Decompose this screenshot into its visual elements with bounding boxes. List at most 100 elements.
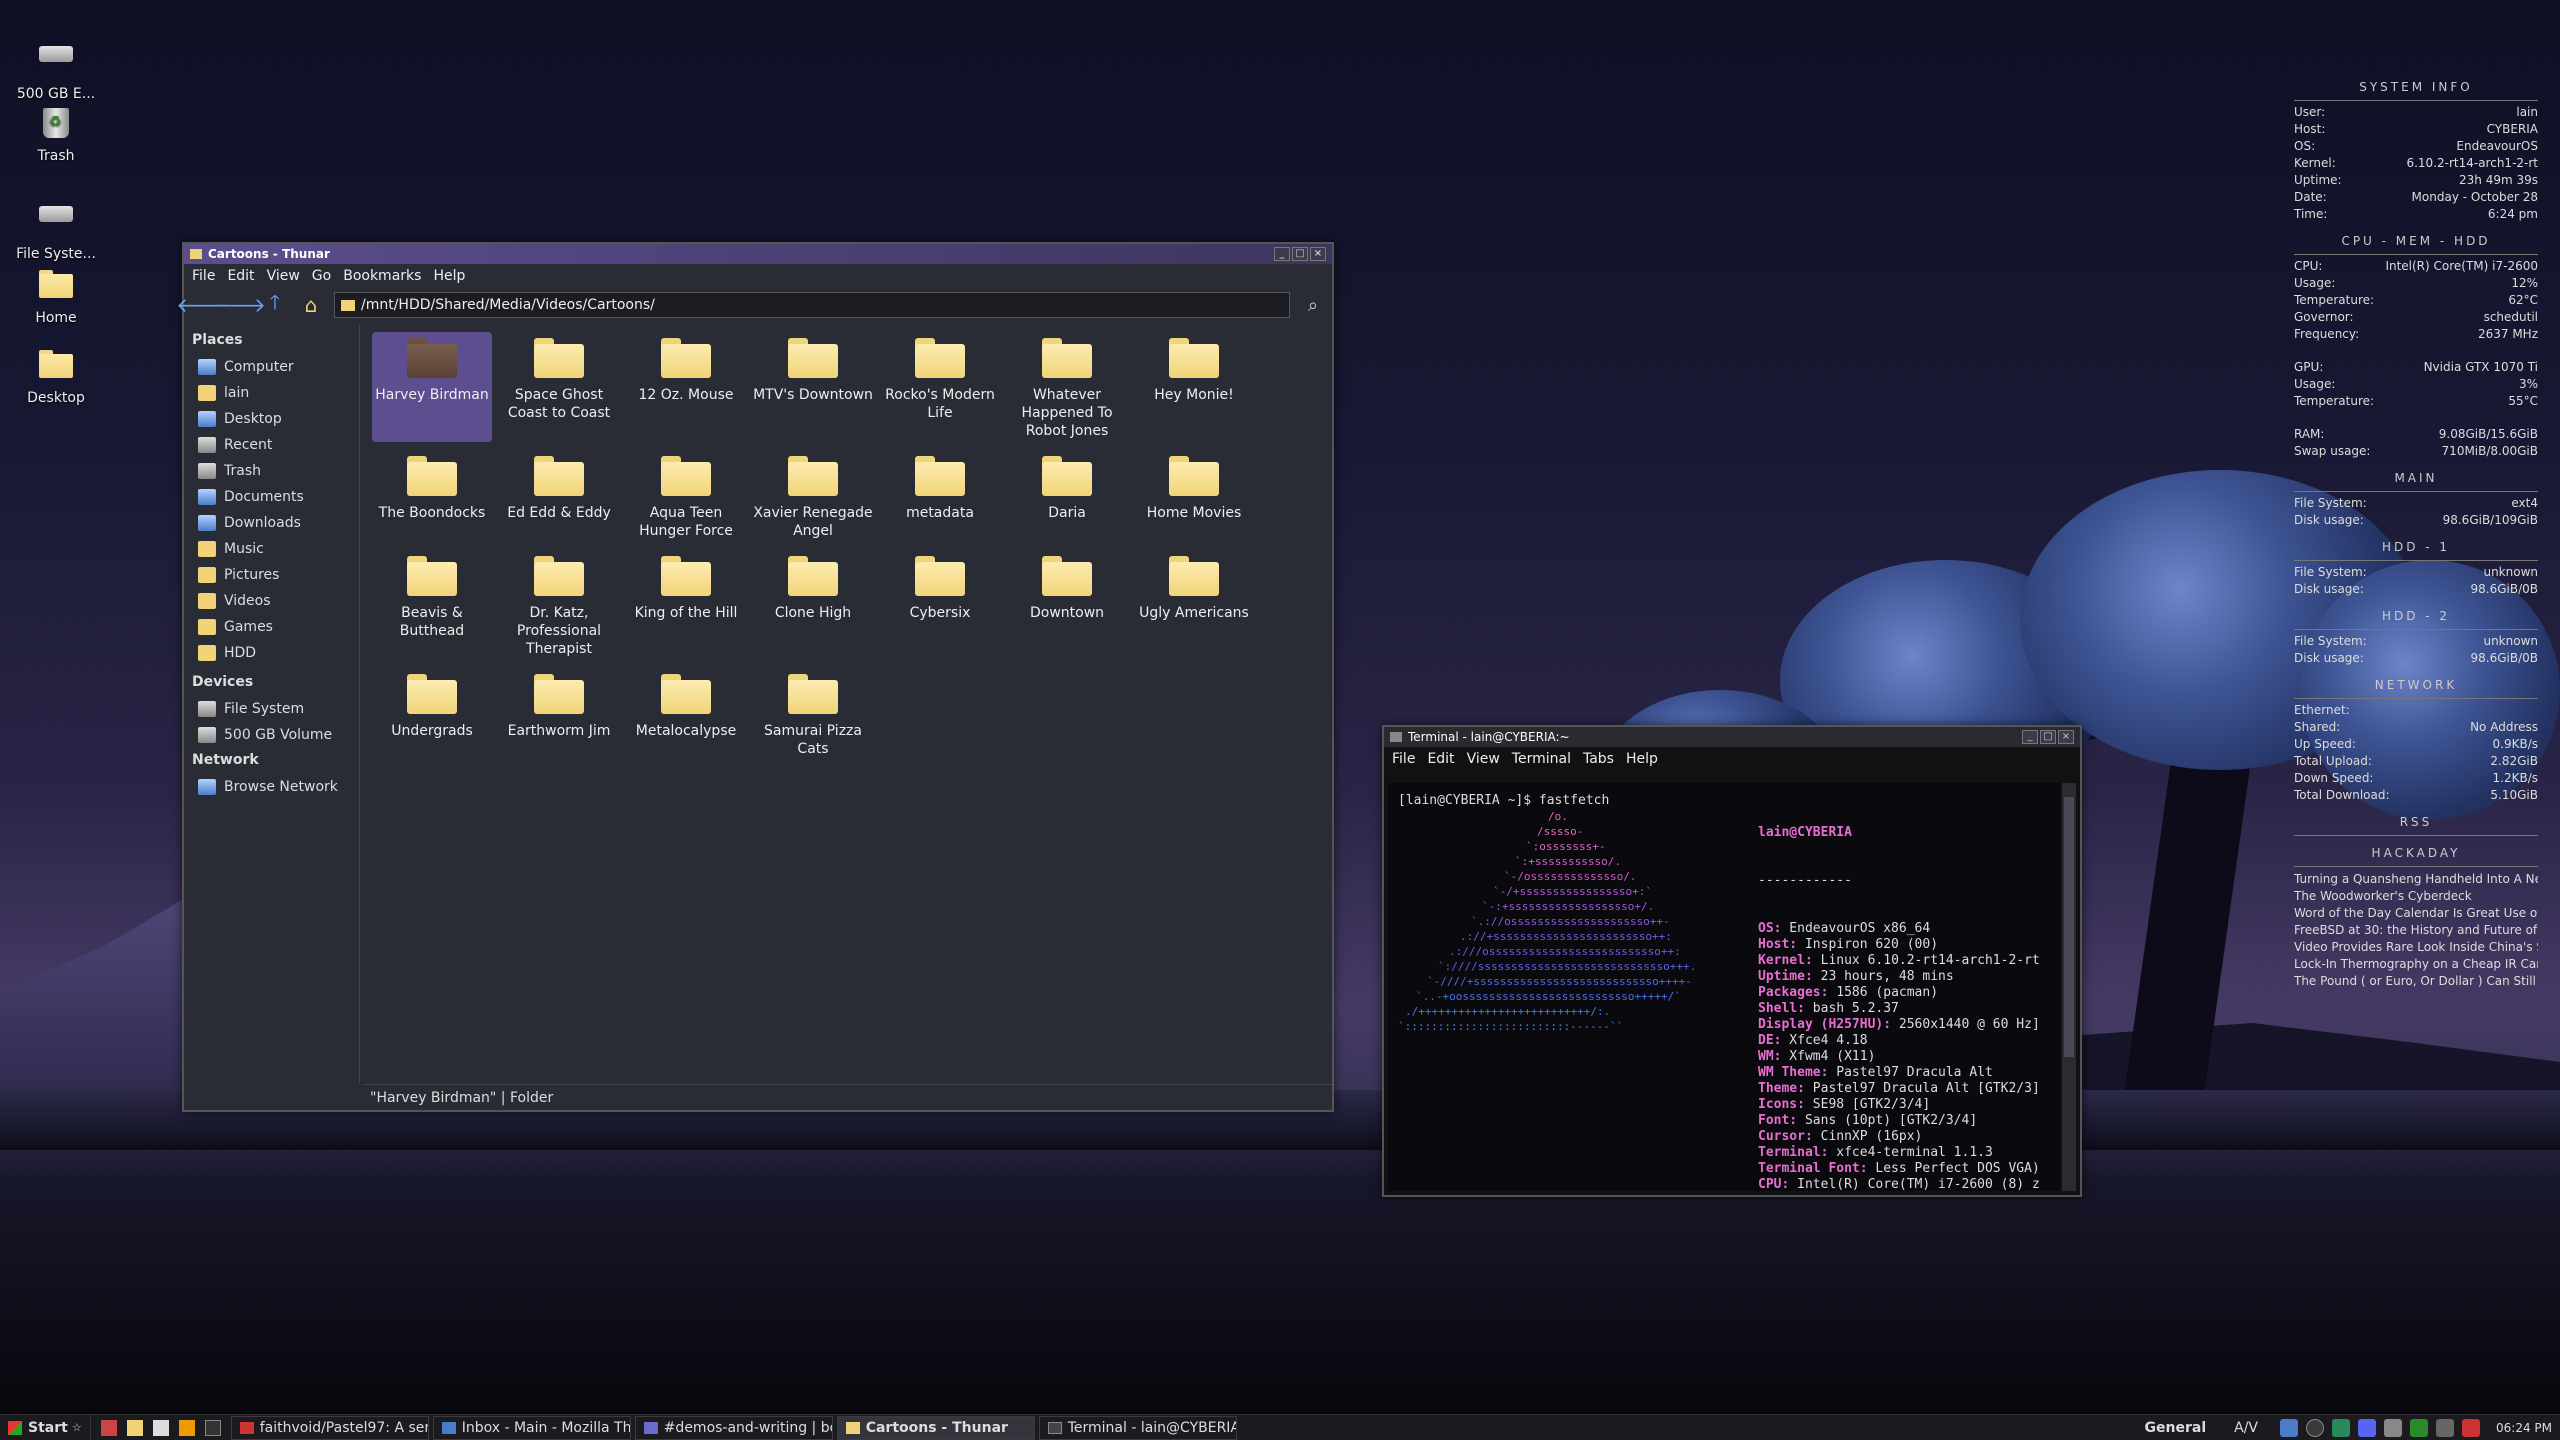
- clock[interactable]: 06:24 PM: [2488, 1421, 2560, 1435]
- rss-headline[interactable]: Video Provides Rare Look Inside China's …: [2294, 939, 2538, 956]
- file-item[interactable]: Space Ghost Coast to Coast: [499, 332, 619, 422]
- sidebar-item-browse-network[interactable]: Browse Network: [190, 774, 353, 800]
- app-icon[interactable]: [178, 1419, 195, 1436]
- file-item[interactable]: 12 Oz. Mouse: [626, 332, 746, 404]
- desktop-icon-desktop[interactable]: Desktop: [8, 350, 104, 406]
- terminal-scrollbar[interactable]: [2062, 783, 2076, 1191]
- tray-app-icon[interactable]: [2332, 1418, 2350, 1437]
- search-icon[interactable]: ⌕: [1300, 292, 1326, 318]
- file-item[interactable]: Metalocalypse: [626, 668, 746, 740]
- home-icon[interactable]: ⌂: [298, 292, 324, 318]
- file-item[interactable]: Downtown: [1007, 550, 1127, 622]
- file-item[interactable]: Beavis & Butthead: [372, 550, 492, 640]
- terminal-icon[interactable]: [204, 1419, 221, 1436]
- location-bar[interactable]: /mnt/HDD/Shared/Media/Videos/Cartoons/: [334, 292, 1290, 318]
- rss-headline[interactable]: Turning a Quansheng Handheld Into A Neat: [2294, 871, 2538, 888]
- sidebar-item-games[interactable]: Games: [190, 614, 353, 640]
- close-button[interactable]: ×: [1310, 247, 1326, 261]
- file-item[interactable]: Harvey Birdman: [372, 332, 492, 442]
- app-launcher-icon[interactable]: [100, 1419, 117, 1436]
- file-item[interactable]: King of the Hill: [626, 550, 746, 622]
- sidebar-item-documents[interactable]: Documents: [190, 484, 353, 510]
- start-button[interactable]: Start ☆: [0, 1414, 91, 1440]
- update-tray-icon[interactable]: [2410, 1418, 2428, 1437]
- file-item[interactable]: Xavier Renegade Angel: [753, 450, 873, 540]
- taskbar-item-terminal[interactable]: Terminal - lain@CYBERIA:~: [1038, 1415, 1237, 1440]
- file-item[interactable]: Whatever Happened To Robot Jones: [1007, 332, 1127, 440]
- taskbar-item-thunar[interactable]: Cartoons - Thunar: [836, 1415, 1035, 1440]
- desktop-icon-500gb[interactable]: 500 GB E...: [8, 36, 104, 102]
- thunar-titlebar[interactable]: Cartoons - Thunar _ □ ×: [184, 244, 1332, 264]
- rss-headline[interactable]: Lock-In Thermography on a Cheap IR Camer: [2294, 956, 2538, 973]
- maximize-button[interactable]: □: [2040, 730, 2056, 744]
- sidebar-item-downloads[interactable]: Downloads: [190, 510, 353, 536]
- desktop-icon-file-system[interactable]: File Syste...: [8, 196, 104, 262]
- rss-headline[interactable]: The Pound ( or Euro, Or Dollar ) Can Sti…: [2294, 973, 2538, 990]
- av-menu[interactable]: A/V: [2220, 1420, 2272, 1436]
- file-item[interactable]: MTV's Downtown: [753, 332, 873, 404]
- sidebar-item-trash[interactable]: Trash: [190, 458, 353, 484]
- rss-headline[interactable]: FreeBSD at 30: the History and Future of…: [2294, 922, 2538, 939]
- file-item[interactable]: Ugly Americans: [1134, 550, 1254, 622]
- file-item[interactable]: Dr. Katz, Professional Therapist: [499, 550, 619, 658]
- menu-terminal[interactable]: Terminal: [1512, 751, 1571, 767]
- file-item[interactable]: Daria: [1007, 450, 1127, 522]
- sidebar-item-500gb-volume[interactable]: 500 GB Volume: [190, 722, 353, 748]
- terminal-titlebar[interactable]: Terminal - lain@CYBERIA:~ _ □ ×: [1384, 727, 2080, 747]
- file-item[interactable]: metadata: [880, 450, 1000, 522]
- minimize-button[interactable]: _: [2022, 730, 2038, 744]
- discord-tray-icon[interactable]: [2358, 1418, 2376, 1437]
- mail-icon[interactable]: [152, 1419, 169, 1436]
- file-item[interactable]: Samurai Pizza Cats: [753, 668, 873, 758]
- menu-file[interactable]: File: [192, 268, 215, 284]
- network-tray-icon[interactable]: [2280, 1418, 2298, 1437]
- taskbar-item-thunderbird[interactable]: Inbox - Main - Mozilla Thu...: [432, 1415, 631, 1440]
- menu-view[interactable]: View: [1467, 751, 1500, 767]
- forward-arrow-icon[interactable]: 🡒: [212, 292, 266, 318]
- file-item[interactable]: Undergrads: [372, 668, 492, 740]
- workspace-switcher[interactable]: General: [2131, 1420, 2221, 1436]
- menu-edit[interactable]: Edit: [227, 268, 254, 284]
- rss-headline[interactable]: Word of the Day Calendar Is Great Use of…: [2294, 905, 2538, 922]
- up-arrow-icon[interactable]: 🡑: [262, 290, 288, 318]
- menu-help[interactable]: Help: [433, 268, 465, 284]
- file-item[interactable]: Ed Edd & Eddy: [499, 450, 619, 522]
- file-item[interactable]: Clone High: [753, 550, 873, 622]
- menu-tabs[interactable]: Tabs: [1583, 751, 1614, 767]
- menu-help[interactable]: Help: [1626, 751, 1658, 767]
- file-item[interactable]: Hey Monie!: [1134, 332, 1254, 404]
- taskbar-item-chat[interactable]: #demos-and-writing | bo...: [634, 1415, 833, 1440]
- sidebar-item-computer[interactable]: Computer: [190, 354, 353, 380]
- volume-tray-icon[interactable]: [2384, 1418, 2402, 1437]
- desktop-icon-trash[interactable]: Trash: [8, 108, 104, 164]
- sidebar-item-file-system[interactable]: File System: [190, 696, 353, 722]
- file-item[interactable]: Rocko's Modern Life: [880, 332, 1000, 422]
- menu-go[interactable]: Go: [312, 268, 331, 284]
- file-item[interactable]: Home Movies: [1134, 450, 1254, 522]
- sidebar-item-music[interactable]: Music: [190, 536, 353, 562]
- sidebar-item-pictures[interactable]: Pictures: [190, 562, 353, 588]
- sidebar-item-lain[interactable]: lain: [190, 380, 353, 406]
- file-item[interactable]: The Boondocks: [372, 450, 492, 522]
- sidebar-item-hdd[interactable]: HDD: [190, 640, 353, 666]
- menu-edit[interactable]: Edit: [1427, 751, 1454, 767]
- file-manager-icon[interactable]: [126, 1419, 143, 1436]
- rss-headline[interactable]: The Woodworker's Cyberdeck: [2294, 888, 2538, 905]
- steam-tray-icon[interactable]: [2306, 1418, 2324, 1437]
- close-button[interactable]: ×: [2058, 730, 2074, 744]
- taskbar-item-github[interactable]: faithvoid/Pastel97: A seri...: [230, 1415, 429, 1440]
- menu-bookmarks[interactable]: Bookmarks: [343, 268, 421, 284]
- sidebar-item-recent[interactable]: Recent: [190, 432, 353, 458]
- menu-view[interactable]: View: [267, 268, 300, 284]
- menu-file[interactable]: File: [1392, 751, 1415, 767]
- file-item[interactable]: Earthworm Jim: [499, 668, 619, 740]
- desktop-icon-home[interactable]: Home: [8, 270, 104, 326]
- scrollbar-thumb[interactable]: [2064, 797, 2074, 1057]
- minimize-button[interactable]: _: [1274, 247, 1290, 261]
- file-item[interactable]: Aqua Teen Hunger Force: [626, 450, 746, 540]
- usb-tray-icon[interactable]: [2436, 1418, 2454, 1437]
- maximize-button[interactable]: □: [1292, 247, 1308, 261]
- sidebar-item-desktop[interactable]: Desktop: [190, 406, 353, 432]
- terminal-output[interactable]: [lain@CYBERIA ~]$ fastfetch /o. /sssso- `:…: [1388, 783, 2060, 1191]
- alert-tray-icon[interactable]: [2462, 1418, 2480, 1437]
